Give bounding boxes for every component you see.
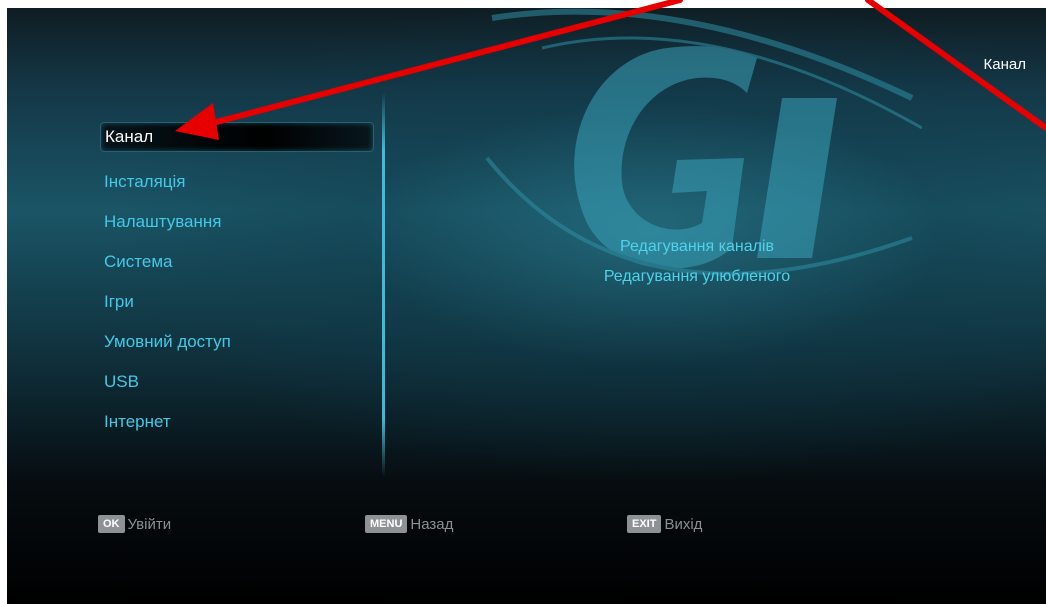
menu-key-icon: MENU [365,515,408,533]
menu-item-usb[interactable]: USB [100,362,374,402]
ok-key-icon: OK [98,515,125,533]
menu-item-settings[interactable]: Налаштування [100,202,374,242]
menu-item-channel[interactable]: Канал [100,122,374,152]
menu-divider [382,92,385,477]
tv-menu-screen: Канал Канал Інсталяція Налаштування Сист… [7,8,1046,604]
menu-item-system[interactable]: Система [100,242,374,282]
hint-ok: OK Увійти [98,515,171,533]
submenu-item-edit-channels[interactable]: Редагування каналів [507,232,887,262]
menu-item-games[interactable]: Ігри [100,282,374,322]
submenu-item-edit-favorites[interactable]: Редагування улюбленого [507,262,887,292]
submenu: Редагування каналів Редагування улюблено… [507,232,887,292]
hint-menu: MENU Назад [365,515,453,533]
hint-ok-label: Увійти [127,515,172,533]
footer-hints: OK Увійти MENU Назад EXIT Вихід [7,515,1046,537]
menu-item-installation[interactable]: Інсталяція [100,162,374,202]
hint-menu-label: Назад [410,515,454,533]
hint-exit: EXIT Вихід [627,515,702,533]
hint-exit-label: Вихід [664,515,703,533]
context-title: Канал [983,56,1026,73]
exit-key-icon: EXIT [627,515,662,533]
menu-item-internet[interactable]: Інтернет [100,402,374,442]
menu-item-conditional-access[interactable]: Умовний доступ [100,322,374,362]
main-menu: Канал Інсталяція Налаштування Система Іг… [100,122,374,442]
